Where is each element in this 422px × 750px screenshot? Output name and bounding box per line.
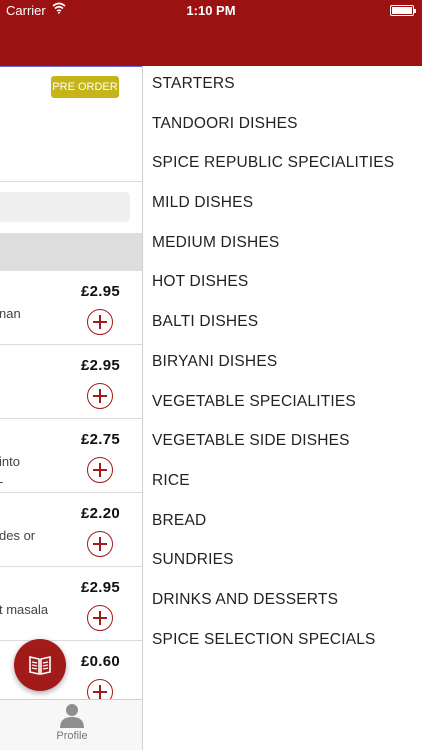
food-item-row[interactable]: £2.95 bbox=[0, 345, 142, 419]
item-description-line: into bbox=[0, 454, 20, 469]
tab-profile-label: Profile bbox=[56, 730, 88, 742]
add-item-button[interactable] bbox=[87, 531, 113, 557]
add-item-button[interactable] bbox=[87, 605, 113, 631]
add-item-button[interactable] bbox=[87, 383, 113, 409]
menu-category-item[interactable]: SPICE SELECTION SPECIALS bbox=[143, 628, 422, 668]
tab-bar: Profile bbox=[0, 699, 142, 750]
menu-category-item[interactable]: DRINKS AND DESSERTS bbox=[143, 588, 422, 628]
app-screen: Carrier 1:10 PM PRE ORDER £2.95 nan £2.95 £… bbox=[0, 0, 422, 750]
menu-category-item[interactable]: HOT DISHES bbox=[143, 270, 422, 310]
status-bar: Carrier 1:10 PM bbox=[0, 0, 422, 22]
item-price: £2.95 bbox=[80, 357, 120, 374]
menu-category-item[interactable]: MILD DISHES bbox=[143, 191, 422, 231]
menu-category-item[interactable]: SUNDRIES bbox=[143, 548, 422, 588]
food-item-row[interactable]: £2.95 nan bbox=[0, 271, 142, 345]
item-price: £2.95 bbox=[80, 579, 120, 596]
category-header bbox=[0, 233, 142, 271]
menu-category-item[interactable]: BALTI DISHES bbox=[143, 310, 422, 350]
person-icon bbox=[60, 704, 84, 728]
item-price: £2.75 bbox=[80, 431, 120, 448]
food-item-row[interactable]: £2.95 t masala bbox=[0, 567, 142, 641]
menu-category-item[interactable]: VEGETABLE SIDE DISHES bbox=[143, 429, 422, 469]
divider bbox=[0, 181, 142, 182]
item-price: £0.60 bbox=[80, 653, 120, 670]
menu-category-item[interactable]: BREAD bbox=[143, 509, 422, 549]
item-description: t masala bbox=[0, 600, 48, 620]
item-description: nan bbox=[0, 304, 21, 324]
menu-category-item[interactable]: RICE bbox=[143, 469, 422, 509]
item-description: des or bbox=[0, 526, 35, 546]
tab-profile[interactable]: Profile bbox=[44, 702, 100, 748]
category-menu: STARTERS TANDOORI DISHES SPICE REPUBLIC SP… bbox=[142, 66, 422, 750]
battery-icon bbox=[390, 5, 416, 16]
menu-category-item[interactable]: SPICE REPUBLIC SPECIALITIES bbox=[143, 151, 422, 191]
item-price: £2.20 bbox=[80, 505, 120, 522]
item-description-line: - bbox=[0, 472, 20, 492]
menu-fab-button[interactable] bbox=[14, 639, 66, 691]
menu-category-item[interactable]: MEDIUM DISHES bbox=[143, 231, 422, 271]
menu-category-item[interactable]: BIRYANI DISHES bbox=[143, 350, 422, 390]
add-item-button[interactable] bbox=[87, 457, 113, 483]
item-description-line: des or bbox=[0, 528, 36, 543]
add-item-button[interactable] bbox=[87, 309, 113, 335]
clock: 1:10 PM bbox=[186, 3, 236, 18]
item-price: £2.95 bbox=[80, 283, 120, 300]
item-description: into - bbox=[0, 452, 20, 492]
item-description-line: t masala bbox=[0, 602, 49, 617]
food-item-row[interactable]: £2.75 into - bbox=[0, 419, 142, 493]
menu-category-item[interactable]: TANDOORI DISHES bbox=[143, 112, 422, 152]
food-item-row[interactable]: £2.20 des or bbox=[0, 493, 142, 567]
item-description-line: nan bbox=[0, 306, 21, 321]
preorder-badge[interactable]: PRE ORDER bbox=[51, 76, 119, 98]
menu-category-item[interactable]: STARTERS bbox=[143, 72, 422, 112]
book-icon bbox=[29, 656, 51, 675]
menu-category-item[interactable]: VEGETABLE SPECIALITIES bbox=[143, 390, 422, 430]
search-input[interactable] bbox=[0, 192, 130, 222]
main-panel: PRE ORDER £2.95 nan £2.95 £2.75 into - £2.20 de… bbox=[0, 66, 142, 750]
